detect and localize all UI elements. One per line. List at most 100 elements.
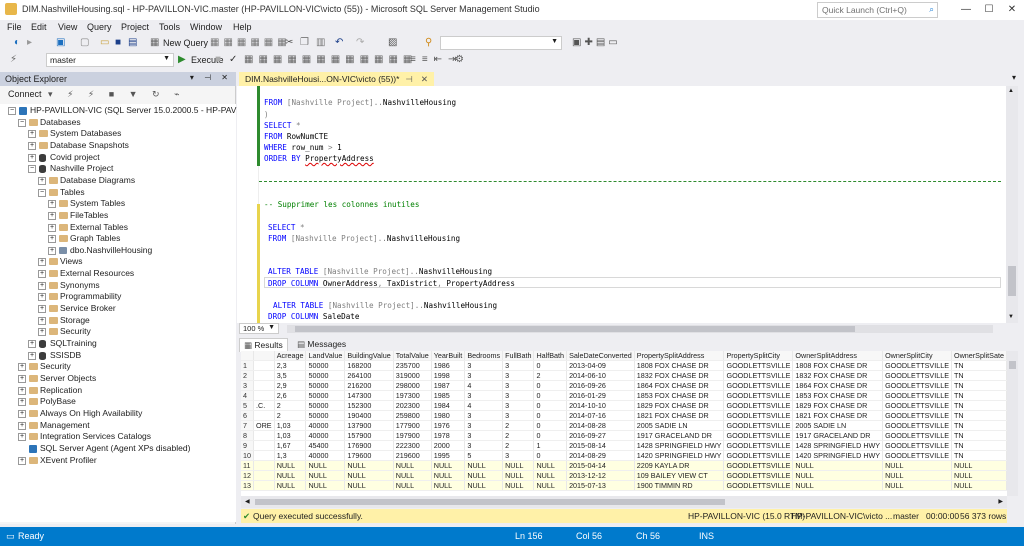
row-number[interactable]: 11 [241, 460, 254, 472]
expand-icon[interactable]: + [28, 340, 36, 348]
tree-node[interactable]: + Integration Services Catalogs [18, 431, 151, 443]
table-cell[interactable]: 2,6 [274, 390, 307, 402]
table-cell[interactable]: 2,9 [274, 380, 307, 392]
quick-launch-input[interactable]: Quick Launch (Ctrl+Q) ⌕ [817, 2, 938, 18]
scroll-right-icon[interactable]: ▶ [998, 498, 1003, 505]
paste-icon[interactable]: ▥ [316, 37, 325, 49]
editor-vertical-scrollbar[interactable]: ▲ ▼ [1006, 86, 1018, 323]
table-cell[interactable]: NULL [502, 460, 535, 472]
expand-icon[interactable]: + [18, 363, 26, 372]
table-row[interactable]: 3 2,9 50000 216200 298000 1987 4 3 0 2016-09-26 18… [241, 380, 1007, 392]
table-row[interactable]: 6 2 50000 190400 259800 1980 3 3 0 2014-07-16 1821… [241, 410, 1007, 422]
tree-node[interactable]: + Views [38, 256, 83, 268]
table-cell[interactable]: 2 [502, 430, 535, 442]
column-header[interactable]: PropertySplitAddress [634, 351, 725, 362]
table-cell[interactable]: 3 [502, 450, 535, 462]
expand-icon[interactable]: + [28, 153, 36, 162]
table-cell[interactable] [253, 360, 275, 372]
new-project-icon[interactable]: ▣ [56, 37, 65, 49]
table-cell[interactable]: 2209 KAYLA DR [634, 460, 725, 472]
table-cell[interactable]: 1428 SPRINGFIELD HWY [634, 440, 725, 452]
table-cell[interactable]: NULL [274, 480, 307, 492]
sql-code-editor[interactable]: FROM [Nashville Project]..NashvilleHousi… [237, 86, 1007, 323]
activity-monitor-icon[interactable]: ▨ [388, 37, 397, 49]
table-cell[interactable]: 1,67 [274, 440, 307, 452]
table-cell[interactable]: GOODLETTSVILLE [882, 450, 953, 462]
table-cell[interactable]: GOODLETTSVILLE [882, 360, 953, 372]
tree-node[interactable]: SQL Server Agent (Agent XPs disabled) [29, 443, 190, 455]
table-cell[interactable]: TN [951, 380, 1007, 392]
expand-icon[interactable]: + [48, 200, 56, 209]
expand-icon[interactable]: + [38, 328, 46, 337]
editor-horizontal-scrollbar[interactable] [287, 325, 993, 333]
table-cell[interactable]: 2013-12-12 [566, 470, 635, 482]
table-cell[interactable] [253, 450, 275, 462]
stop-icon[interactable]: ■ [215, 54, 221, 66]
table-row[interactable]: 13 NULL NULL NULL NULL NULL NULL NULL NULL 2015-0… [241, 480, 1007, 492]
row-number[interactable]: 1 [241, 360, 254, 372]
table-cell[interactable]: 216200 [344, 380, 394, 392]
table-cell[interactable]: TN [951, 410, 1007, 422]
column-header[interactable]: HalfBath [533, 351, 568, 362]
table-cell[interactable]: 1829 FOX CHASE DR [792, 400, 884, 412]
table-cell[interactable]: 1821 FOX CHASE DR [792, 410, 884, 422]
table-cell[interactable]: 2016-09-26 [566, 380, 635, 392]
row-number[interactable]: 12 [241, 470, 254, 482]
table-cell[interactable]: GOODLETTSVILLE [882, 440, 953, 452]
results-vscroll-thumb[interactable] [1009, 361, 1016, 369]
table-cell[interactable]: 197900 [393, 430, 432, 442]
row-number[interactable]: 4 [241, 390, 254, 402]
table-cell[interactable]: TN [951, 450, 1007, 462]
table-cell[interactable]: 1917 GRACELAND DR [792, 430, 884, 442]
column-header[interactable]: YearBuilt [431, 351, 466, 362]
table-row[interactable]: 12 NULL NULL NULL NULL NULL NULL NULL NULL 2013-1… [241, 470, 1007, 482]
table-cell[interactable]: GOODLETTSVILLE [723, 420, 794, 432]
collapse-icon[interactable]: − [8, 107, 16, 115]
expand-icon[interactable]: + [28, 130, 36, 139]
table-cell[interactable]: NULL [344, 460, 394, 472]
table-cell[interactable]: NULL [464, 470, 504, 482]
menu-help[interactable]: Help [233, 22, 252, 32]
tree-node[interactable]: + Programmability [38, 291, 121, 303]
table-cell[interactable]: 157900 [344, 430, 394, 442]
expand-icon[interactable]: + [28, 351, 36, 360]
table-cell[interactable]: GOODLETTSVILLE [882, 420, 953, 432]
table-cell[interactable]: NULL [393, 460, 432, 472]
specify-values-icon[interactable]: ⚙ [455, 54, 464, 66]
table-cell[interactable]: 190400 [344, 410, 394, 422]
expand-icon[interactable]: + [38, 258, 46, 267]
tree-node[interactable]: + Storage [38, 315, 90, 327]
column-header[interactable]: OwnerSplitAddress [792, 351, 884, 362]
table-cell[interactable]: NULL [431, 470, 466, 482]
query-type-icons[interactable]: ▦▦▦▦▦▦ [210, 37, 291, 49]
tree-node[interactable]: + Service Broker [38, 303, 116, 315]
pin-icon[interactable]: ⊣ [405, 74, 412, 84]
table-cell[interactable]: NULL [792, 470, 884, 482]
table-cell[interactable]: TN [951, 400, 1007, 412]
expand-icon[interactable]: + [48, 235, 56, 244]
table-cell[interactable]: 0 [533, 390, 568, 402]
table-cell[interactable]: ORE [253, 420, 275, 432]
table-cell[interactable]: 3 [502, 390, 535, 402]
collapse-icon[interactable]: − [28, 165, 36, 174]
tree-node[interactable]: + dbo.NashvilleHousing [48, 245, 152, 257]
table-cell[interactable]: NULL [305, 460, 346, 472]
table-cell[interactable]: GOODLETTSVILLE [882, 430, 953, 442]
table-row[interactable]: 9 1,67 45400 176900 222300 2000 3 2 1 2015-08-14 1… [241, 440, 1007, 452]
expand-icon[interactable]: + [38, 270, 46, 279]
results-grid[interactable]: Acreage LandValue BuildingValue TotalValue Y… [241, 351, 1007, 496]
table-cell[interactable]: 2005 SADIE LN [792, 420, 884, 432]
expand-icon[interactable]: + [38, 305, 46, 314]
collapse-icon[interactable]: − [38, 188, 46, 197]
table-cell[interactable]: 0 [533, 420, 568, 432]
table-cell[interactable]: 2000 [431, 440, 466, 452]
table-cell[interactable]: 5 [464, 450, 504, 462]
table-cell[interactable]: 1976 [431, 420, 466, 432]
table-cell[interactable]: 176900 [344, 440, 394, 452]
table-cell[interactable]: 219600 [393, 450, 432, 462]
open-file-icon[interactable]: ▭ [100, 37, 109, 49]
table-cell[interactable]: TN [951, 430, 1007, 442]
column-header[interactable]: PropertySplitCity [723, 351, 794, 362]
table-cell[interactable]: GOODLETTSVILLE [882, 380, 953, 392]
table-cell[interactable]: 40000 [305, 450, 346, 462]
